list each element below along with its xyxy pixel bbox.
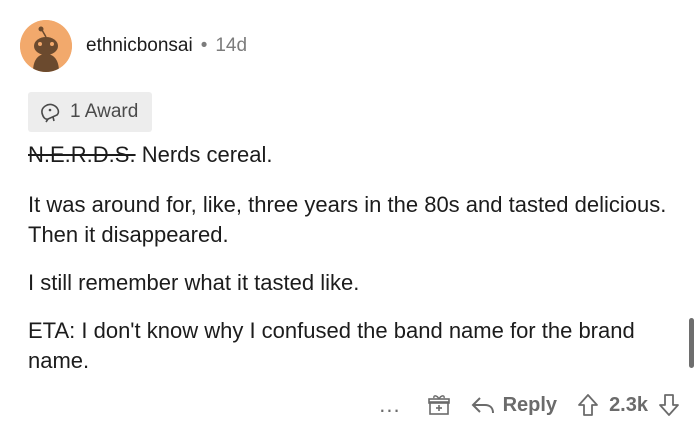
more-options-button[interactable]: ...	[379, 392, 400, 418]
comment-actions: ... Reply 2.3k	[379, 388, 680, 422]
line-text: Nerds cereal.	[135, 142, 273, 167]
vote-score: 2.3k	[609, 393, 648, 416]
upvote-icon[interactable]	[577, 393, 599, 417]
award-label: 1 Award	[70, 101, 139, 122]
comment-header: ethnicbonsai • 14d	[20, 20, 247, 72]
reply-button[interactable]: Reply	[471, 394, 557, 417]
award-badge[interactable]: 1 Award	[28, 92, 153, 132]
reply-arrow-icon	[471, 397, 494, 414]
author-name[interactable]: ethnicbonsai	[86, 35, 193, 57]
vote-controls: 2.3k	[577, 393, 680, 417]
comment-age[interactable]: 14d	[215, 35, 247, 57]
comment-paragraph: I still remember what it tasted like.	[28, 270, 360, 295]
scrollbar-thumb[interactable]	[689, 318, 694, 368]
meta-separator: •	[200, 35, 208, 56]
comment-paragraph: ETA: I don't know why I confused the ban…	[28, 318, 635, 373]
reply-label: Reply	[502, 393, 558, 416]
snoo-avatar-icon	[20, 20, 72, 72]
comment-paragraph: It was around for, like, three years in …	[28, 192, 667, 247]
comment-paragraph: N.E.R.D.S. Nerds cereal.	[28, 140, 678, 170]
award-icon	[41, 103, 60, 123]
downvote-icon[interactable]	[658, 393, 680, 417]
comment-meta: ethnicbonsai • 14d	[86, 35, 247, 57]
avatar[interactable]	[20, 20, 72, 72]
comment-body: N.E.R.D.S. Nerds cereal. It was around f…	[28, 140, 678, 394]
gift-icon	[427, 395, 450, 415]
struck-text: N.E.R.D.S.	[28, 142, 136, 167]
give-award-button[interactable]	[427, 393, 451, 417]
